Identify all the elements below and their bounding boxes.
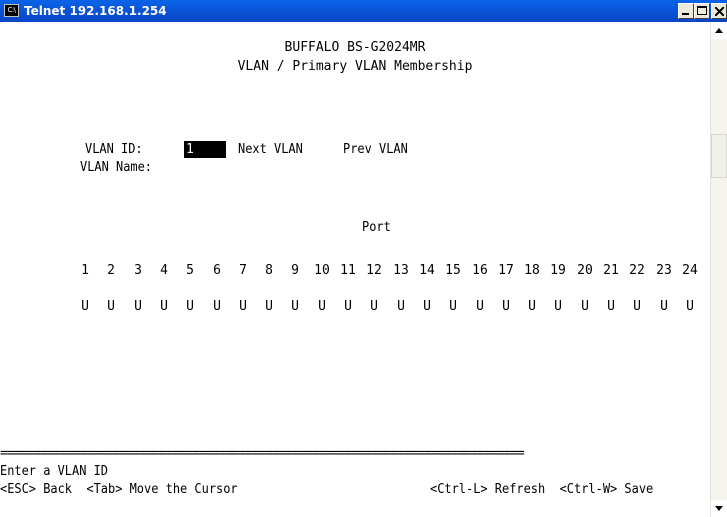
next-vlan-button[interactable]: Next VLAN	[238, 141, 303, 159]
port-number: 4	[160, 263, 168, 278]
separator-line: ========================================…	[0, 446, 525, 461]
port-membership[interactable]: U	[336, 298, 360, 316]
port-number: 16	[472, 263, 488, 278]
port-number: 3	[134, 263, 142, 278]
port-membership[interactable]: U	[205, 298, 229, 316]
prompt-text: Enter a VLAN ID	[0, 464, 109, 479]
window-title: Telnet 192.168.1.254	[24, 4, 167, 18]
port-number: 11	[340, 263, 356, 278]
screen-title: VLAN / Primary VLAN Membership	[237, 59, 473, 74]
port-membership[interactable]: U	[441, 298, 465, 316]
port-number: 18	[524, 263, 540, 278]
port-number: 12	[366, 263, 382, 278]
port-membership[interactable]: U	[257, 298, 281, 316]
port-membership[interactable]: U	[415, 298, 439, 316]
port-membership[interactable]: U	[152, 298, 176, 316]
port-membership[interactable]: U	[546, 298, 570, 316]
port-membership[interactable]: U	[494, 298, 518, 316]
port-membership[interactable]: U	[389, 298, 413, 316]
vlan-id-label: VLAN ID:	[85, 142, 143, 157]
port-number: 20	[577, 263, 593, 278]
port-number: 7	[239, 263, 247, 278]
title-bar[interactable]: C:\ Telnet 192.168.1.254	[0, 0, 727, 22]
port-membership[interactable]: U	[283, 298, 307, 316]
arrow-down-icon	[715, 506, 723, 511]
port-number: 9	[291, 263, 299, 278]
port-membership[interactable]: U	[599, 298, 623, 316]
port-number: 24	[682, 263, 698, 278]
port-number: 8	[265, 263, 273, 278]
port-membership[interactable]: U	[520, 298, 544, 316]
arrow-up-icon	[715, 28, 723, 33]
port-heading: Port	[362, 220, 391, 235]
port-number: 15	[445, 263, 461, 278]
port-number: 1	[81, 263, 89, 278]
port-membership[interactable]: U	[625, 298, 649, 316]
scroll-thumb[interactable]	[711, 134, 727, 178]
device-title: BUFFALO BS-G2024MR	[284, 40, 426, 55]
port-membership[interactable]: U	[310, 298, 334, 316]
port-membership[interactable]: U	[362, 298, 386, 316]
vlan-name-label: VLAN Name:	[80, 160, 153, 175]
port-number: 10	[314, 263, 330, 278]
scroll-down-button[interactable]	[711, 500, 727, 517]
port-membership[interactable]: U	[468, 298, 492, 316]
close-button[interactable]	[711, 3, 727, 19]
maximize-button[interactable]	[694, 3, 710, 19]
port-number: 6	[213, 263, 221, 278]
terminal-screen[interactable]: BUFFALO BS-G2024MR VLAN / Primary VLAN M…	[0, 22, 710, 517]
port-number: 22	[629, 263, 645, 278]
scroll-up-button[interactable]	[711, 22, 727, 39]
port-membership[interactable]: U	[652, 298, 676, 316]
port-number: 2	[107, 263, 115, 278]
port-membership[interactable]: U	[231, 298, 255, 316]
port-number: 17	[498, 263, 514, 278]
port-membership[interactable]: U	[178, 298, 202, 316]
port-number: 19	[550, 263, 566, 278]
port-number: 13	[393, 263, 409, 278]
minimize-button[interactable]	[678, 3, 694, 19]
vlan-id-input[interactable]: 1	[184, 141, 226, 158]
port-membership[interactable]: U	[678, 298, 702, 316]
port-membership[interactable]: U	[99, 298, 123, 316]
port-number: 5	[186, 263, 194, 278]
telnet-window: C:\ Telnet 192.168.1.254 BUFFALO BS-G202…	[0, 0, 727, 517]
help-right: <Ctrl-L> Refresh <Ctrl-W> Save	[430, 482, 654, 497]
help-left: <ESC> Back <Tab> Move the Cursor	[0, 482, 238, 497]
port-membership[interactable]: U	[126, 298, 150, 316]
close-icon	[715, 7, 724, 16]
port-number: 23	[656, 263, 672, 278]
prev-vlan-button[interactable]: Prev VLAN	[343, 141, 408, 159]
vertical-scrollbar[interactable]	[710, 22, 727, 517]
port-membership[interactable]: U	[573, 298, 597, 316]
port-membership[interactable]: U	[73, 298, 97, 316]
port-number: 14	[419, 263, 435, 278]
port-number: 21	[603, 263, 619, 278]
console-icon: C:\	[4, 4, 19, 17]
